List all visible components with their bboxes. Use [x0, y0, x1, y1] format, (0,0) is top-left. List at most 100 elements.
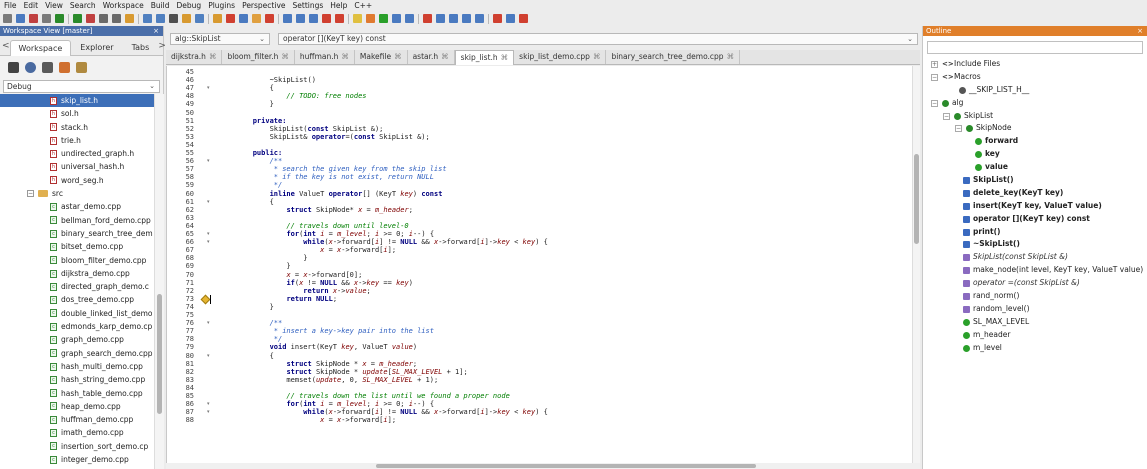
menu-plugins[interactable]: Plugins — [208, 0, 235, 11]
fold-arrow-icon[interactable]: ▾ — [207, 84, 210, 92]
outline-item[interactable]: m_level — [923, 342, 1147, 355]
toolbar-button-icon[interactable] — [506, 14, 515, 23]
fold-arrow-icon[interactable]: ▾ — [207, 157, 210, 165]
toolbar-button-icon[interactable] — [265, 14, 274, 23]
close-icon[interactable]: ⌘ — [501, 53, 509, 62]
toolbar-button-icon[interactable] — [143, 14, 152, 23]
fold-arrow-icon[interactable]: ▾ — [207, 319, 210, 327]
outline-filter-input[interactable] — [927, 41, 1143, 54]
scrollbar-thumb[interactable] — [914, 154, 919, 244]
tree-file-item[interactable]: c imath_demo.cpp — [0, 426, 154, 439]
outline-item[interactable]: random_level() — [923, 303, 1147, 316]
editor-tab[interactable]: huffman.h ⌘ — [295, 50, 355, 64]
menu-help[interactable]: Help — [330, 0, 347, 11]
toolbar-button-icon[interactable] — [226, 14, 235, 23]
scrollbar-thumb[interactable] — [376, 464, 756, 468]
outline-item[interactable]: − SkipList — [923, 110, 1147, 123]
menu-build[interactable]: Build — [151, 0, 170, 11]
tree-file-item[interactable]: c hash_table_demo.cpp — [0, 387, 154, 400]
toolbar-button-icon[interactable] — [392, 14, 401, 23]
close-icon[interactable]: ⌘ — [209, 52, 217, 61]
fold-arrow-icon[interactable]: ▾ — [207, 400, 210, 408]
tree-file-item[interactable]: h undirected_graph.h — [0, 147, 154, 160]
outline-item[interactable]: SkipList() — [923, 174, 1147, 187]
toolbar-button-icon[interactable] — [252, 14, 261, 23]
toolbar-button-icon[interactable] — [405, 14, 414, 23]
tree-file-item[interactable]: c hash_string_demo.cpp — [0, 373, 154, 386]
menu-debug[interactable]: Debug — [177, 0, 202, 11]
close-icon[interactable]: × — [153, 26, 159, 36]
tree-expander-icon[interactable]: − — [27, 190, 34, 198]
tree-file-item[interactable]: c huffman_demo.cpp — [0, 413, 154, 426]
toolbar-button-icon[interactable] — [283, 14, 292, 23]
tree-file-item[interactable]: c hash_multi_demo.cpp — [0, 360, 154, 373]
tree-file-item[interactable]: c astar_demo.cpp — [0, 200, 154, 213]
toolbar-button-icon[interactable] — [423, 14, 432, 23]
editor-horizontal-scrollbar[interactable] — [166, 463, 920, 469]
outline-item[interactable]: SkipList(const SkipList &) — [923, 251, 1147, 264]
toolbar-button-icon[interactable] — [182, 14, 191, 23]
toolbar-button-icon[interactable] — [309, 14, 318, 23]
outline-item[interactable]: m_header — [923, 329, 1147, 342]
tree-file-item[interactable]: c directed_graph_demo.c — [0, 280, 154, 293]
workspace-tree-scrollbar[interactable] — [154, 94, 164, 469]
editor-tab[interactable]: bloom_filter.h ⌘ — [222, 50, 295, 64]
fold-arrow-icon[interactable]: ▾ — [207, 352, 210, 360]
tree-file-item[interactable]: c dijkstra_demo.cpp — [0, 267, 154, 280]
build-config-select[interactable]: Debug ⌄ — [3, 80, 160, 93]
toolbar-button-icon[interactable] — [125, 14, 134, 23]
tab-scroll-right-icon[interactable]: > — [158, 41, 166, 51]
tab-tabs[interactable]: Tabs — [123, 39, 159, 55]
tree-file-item[interactable]: c bitset_demo.cpp — [0, 240, 154, 253]
editor-tab[interactable]: skip_list.h ⌘ — [454, 50, 515, 65]
tree-file-item[interactable]: c integer_demo.cpp — [0, 453, 154, 466]
toolbar-button-icon[interactable] — [436, 14, 445, 23]
outline-item[interactable]: insert(KeyT key, ValueT value) — [923, 200, 1147, 213]
menu-c-[interactable]: C++ — [354, 0, 372, 11]
toolbar-button-icon[interactable] — [55, 14, 64, 23]
close-icon[interactable]: ⌘ — [727, 52, 735, 61]
tree-file-item[interactable]: c heap_demo.cpp — [0, 400, 154, 413]
outline-item[interactable]: − alg — [923, 97, 1147, 110]
code-editor[interactable]: 45 46 47 48 49 50 51 52 53 54 55 56 57 58 59 60 61 62 63 64… — [166, 66, 912, 463]
tree-file-item[interactable]: h stack.h — [0, 121, 154, 134]
toolbar-button-icon[interactable] — [42, 14, 51, 23]
fold-margin[interactable]: ▾ ▾ ▾ ▾ ▾ ▾ ▾ ▾ ▾ — [200, 66, 217, 463]
tree-file-item[interactable]: h word_seg.h — [0, 174, 154, 187]
toolbar-button-icon[interactable] — [169, 14, 178, 23]
fold-arrow-icon[interactable]: ▾ — [207, 238, 210, 246]
toolbar-button-icon[interactable] — [16, 14, 25, 23]
menu-search[interactable]: Search — [70, 0, 96, 11]
toolbar-button-icon[interactable] — [86, 14, 95, 23]
tree-file-item[interactable]: c insertion_sort_demo.cp — [0, 440, 154, 453]
menu-perspective[interactable]: Perspective — [242, 0, 285, 11]
tree-expander-icon[interactable]: − — [943, 112, 950, 120]
tree-expander-icon[interactable]: + — [931, 60, 938, 68]
toolbar-button-icon[interactable] — [493, 14, 502, 23]
menu-file[interactable]: File — [4, 0, 17, 11]
outline-item[interactable]: + <> Include Files — [923, 58, 1147, 71]
toolbar-button-icon[interactable] — [195, 14, 204, 23]
toolbar-button-icon[interactable] — [449, 14, 458, 23]
outline-item[interactable]: key — [923, 148, 1147, 161]
tree-expander-icon[interactable]: − — [955, 125, 962, 133]
outline-item[interactable]: value — [923, 161, 1147, 174]
close-icon[interactable]: ⌘ — [593, 52, 601, 61]
toolbar-button-icon[interactable] — [475, 14, 484, 23]
outline-item[interactable]: delete_key(KeyT key) — [923, 187, 1147, 200]
fold-arrow-icon[interactable]: ▾ — [207, 230, 210, 238]
fold-arrow-icon[interactable]: ▾ — [207, 198, 210, 206]
outline-item[interactable]: print() — [923, 226, 1147, 239]
tree-folder[interactable]: − src — [0, 187, 154, 200]
tree-file-item[interactable]: c graph_search_demo.cpp — [0, 347, 154, 360]
toolbar-button-icon[interactable] — [296, 14, 305, 23]
tab-explorer[interactable]: Explorer — [71, 39, 122, 55]
toolbar-button-icon[interactable] — [379, 14, 388, 23]
toolbar-button-icon[interactable] — [335, 14, 344, 23]
outline-item[interactable]: rand_norm() — [923, 290, 1147, 303]
toolbar-button-icon[interactable] — [462, 14, 471, 23]
scope-select[interactable]: alg::SkipList ⌄ — [170, 33, 270, 45]
collapse-all-icon[interactable] — [59, 61, 70, 73]
tree-file-item[interactable]: c bellman_ford_demo.cpp — [0, 214, 154, 227]
tab-workspace[interactable]: Workspace — [9, 40, 72, 56]
